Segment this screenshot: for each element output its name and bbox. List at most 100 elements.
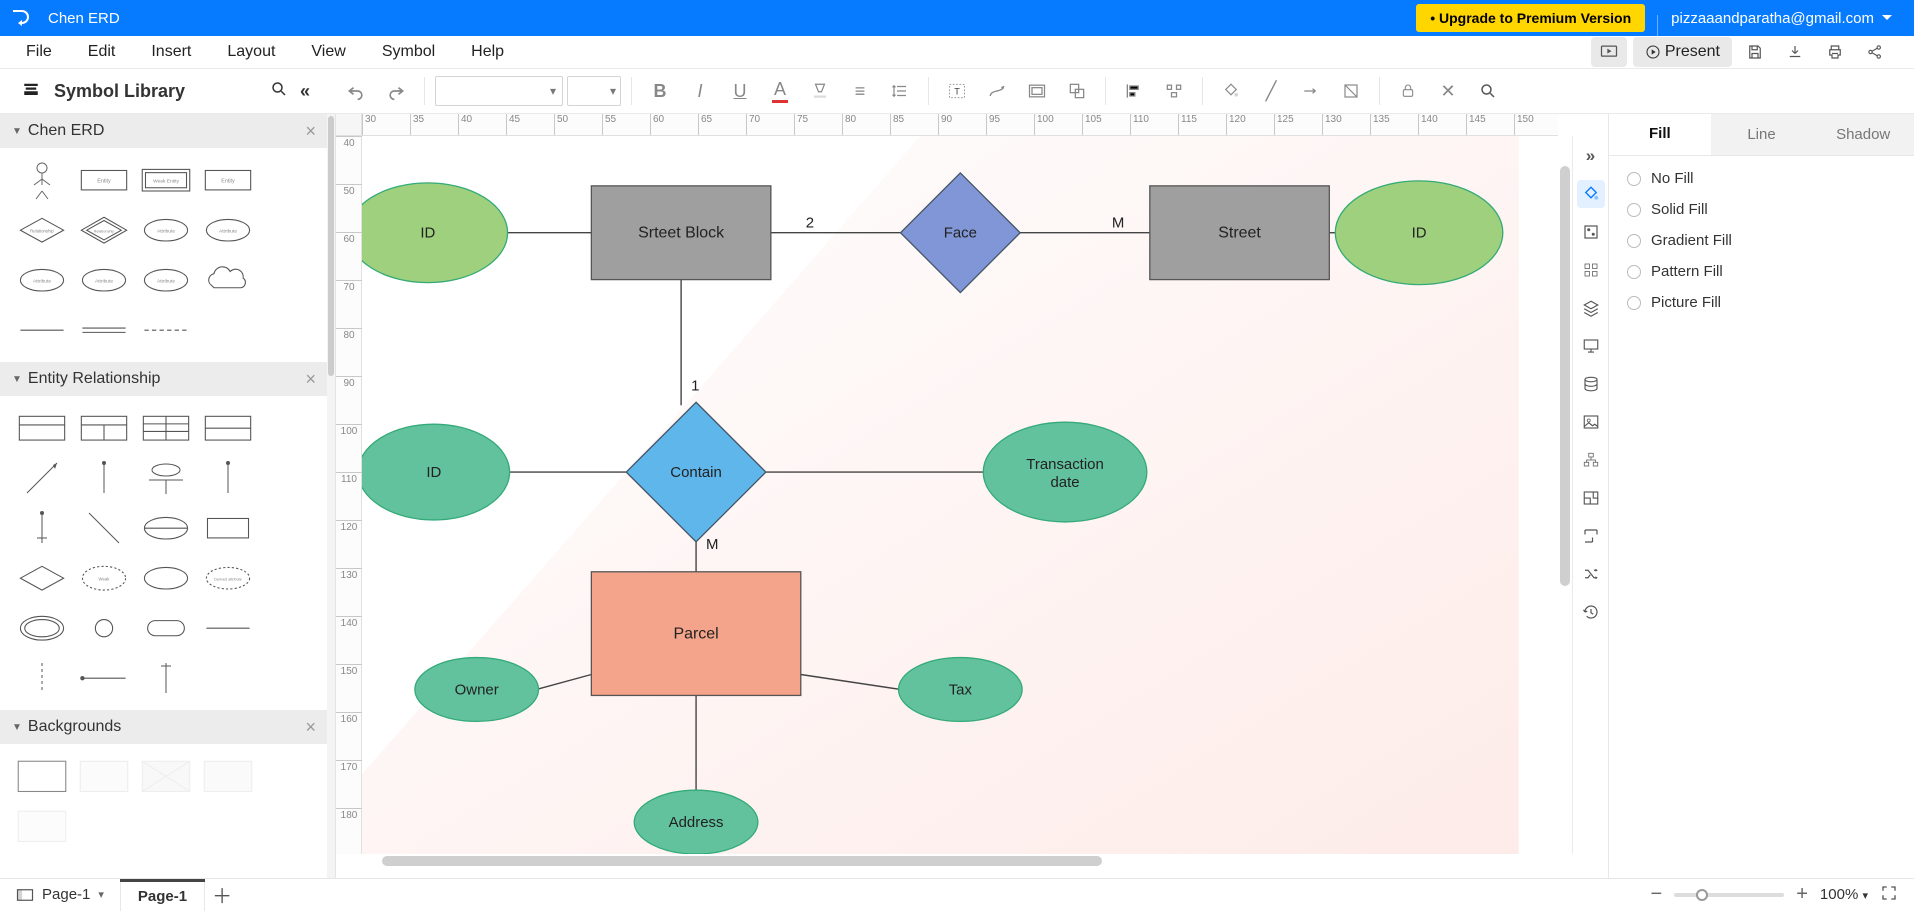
app-logo[interactable]	[0, 0, 42, 36]
redo-button[interactable]	[378, 74, 414, 108]
theme-color-icon[interactable]	[1577, 180, 1605, 208]
arrow-style-button[interactable]	[1293, 74, 1329, 108]
highlight-button[interactable]	[802, 74, 838, 108]
upgrade-button[interactable]: • Upgrade to Premium Version	[1416, 4, 1645, 32]
shape-conn3[interactable]	[200, 456, 256, 500]
tab-line[interactable]: Line	[1711, 114, 1813, 155]
shape-line3[interactable]	[138, 308, 194, 352]
panel-section-er[interactable]: ▼Entity Relationship×	[0, 362, 328, 396]
shape-attribute[interactable]: Attribute	[138, 208, 194, 252]
fill-option-picture[interactable]: Picture Fill	[1627, 294, 1896, 311]
page-tab-1[interactable]: Page-1	[120, 879, 205, 911]
grid-icon[interactable]	[1577, 256, 1605, 284]
menu-file[interactable]: File	[8, 39, 70, 65]
shape-attribute-5[interactable]: Attribute	[138, 258, 194, 302]
tab-fill[interactable]: Fill	[1609, 114, 1711, 155]
align-text-button[interactable]: ≡	[842, 74, 878, 108]
shape-rect[interactable]	[200, 506, 256, 550]
shape-line1[interactable]	[14, 308, 70, 352]
shape-table3[interactable]	[138, 406, 194, 450]
bg-4[interactable]	[200, 754, 256, 798]
tab-shadow[interactable]: Shadow	[1812, 114, 1914, 155]
save-icon[interactable]	[1738, 37, 1772, 67]
library-icon[interactable]	[20, 80, 42, 103]
underline-button[interactable]: U	[722, 74, 758, 108]
page-selector[interactable]: Page-1 ▾	[0, 886, 120, 903]
group-button[interactable]	[1059, 74, 1095, 108]
share-icon[interactable]	[1858, 37, 1892, 67]
lock-button[interactable]	[1390, 74, 1426, 108]
data-icon[interactable]	[1577, 370, 1605, 398]
shape-cloud[interactable]	[200, 258, 256, 302]
shape-ellipse[interactable]	[138, 556, 194, 600]
user-menu[interactable]: pizzaaandparatha@gmail.com	[1671, 10, 1892, 27]
shape-weak-entity[interactable]: Weak Entity	[138, 158, 194, 202]
canvas-scrollbar-h[interactable]	[362, 854, 1558, 868]
connector-button[interactable]	[979, 74, 1015, 108]
image-icon[interactable]	[1577, 408, 1605, 436]
bold-button[interactable]: B	[642, 74, 678, 108]
menu-edit[interactable]: Edit	[70, 39, 134, 65]
download-icon[interactable]	[1778, 37, 1812, 67]
shuffle-icon[interactable]	[1577, 560, 1605, 588]
close-icon[interactable]: ×	[305, 369, 316, 390]
line-style-button[interactable]: ╱	[1253, 74, 1289, 108]
shape-hline[interactable]	[200, 606, 256, 650]
text-box-button[interactable]: T	[939, 74, 975, 108]
fill-option-solid[interactable]: Solid Fill	[1627, 201, 1896, 218]
shape-hline2[interactable]	[76, 656, 132, 700]
shape-conn4[interactable]	[14, 506, 70, 550]
menu-insert[interactable]: Insert	[133, 39, 209, 65]
shape-dashed-ellipse[interactable]: Derived attribute	[200, 556, 256, 600]
search-icon[interactable]	[270, 80, 288, 103]
fill-option-gradient[interactable]: Gradient Fill	[1627, 232, 1896, 249]
add-page-button[interactable]: ＋	[205, 879, 239, 911]
zoom-out-button[interactable]: −	[1651, 883, 1663, 906]
close-icon[interactable]: ×	[305, 717, 316, 738]
floorplan-icon[interactable]	[1577, 484, 1605, 512]
bg-2[interactable]	[76, 754, 132, 798]
line-spacing-button[interactable]	[882, 74, 918, 108]
shape-diamond[interactable]	[14, 556, 70, 600]
panel-scrollbar[interactable]	[328, 116, 334, 376]
menu-help[interactable]: Help	[453, 39, 522, 65]
shape-actor[interactable]	[14, 158, 70, 202]
panel-section-chen-erd[interactable]: ▼Chen ERD×	[0, 114, 328, 148]
shape-vdash[interactable]	[14, 656, 70, 700]
shape-table1[interactable]	[14, 406, 70, 450]
shape-conn5[interactable]	[76, 506, 132, 550]
menu-symbol[interactable]: Symbol	[364, 39, 453, 65]
present-button[interactable]: Present	[1633, 37, 1732, 67]
font-family-select[interactable]: ▾	[435, 76, 563, 106]
zoom-in-button[interactable]: +	[1796, 883, 1808, 906]
shape-relationship[interactable]: Relationship	[14, 208, 70, 252]
eraser-button[interactable]	[1333, 74, 1369, 108]
italic-button[interactable]: I	[682, 74, 718, 108]
canvas-scrollbar-v[interactable]	[1558, 136, 1572, 854]
shape-entity[interactable]: Entity	[76, 158, 132, 202]
zoom-slider[interactable]	[1674, 893, 1784, 897]
shape-circle[interactable]	[76, 606, 132, 650]
diagram-canvas[interactable]: 2M1MSrteet BlockStreetParcelFaceContainI…	[362, 136, 1558, 854]
style-icon[interactable]	[1577, 218, 1605, 246]
undo-button[interactable]	[338, 74, 374, 108]
menu-view[interactable]: View	[293, 39, 363, 65]
fullscreen-icon[interactable]	[1880, 884, 1898, 906]
menu-layout[interactable]: Layout	[209, 39, 293, 65]
shape-conn2[interactable]	[138, 456, 194, 500]
fill-color-button[interactable]	[1213, 74, 1249, 108]
shape-vline[interactable]	[138, 656, 194, 700]
orgchart-icon[interactable]	[1577, 446, 1605, 474]
presentation-icon[interactable]	[1577, 332, 1605, 360]
shape-table4[interactable]	[200, 406, 256, 450]
fill-option-nofill[interactable]: No Fill	[1627, 170, 1896, 187]
zoom-value[interactable]: 100% ▾	[1820, 886, 1868, 903]
fill-option-pattern[interactable]: Pattern Fill	[1627, 263, 1896, 280]
font-color-button[interactable]: A	[762, 74, 798, 108]
bg-5[interactable]	[14, 804, 70, 848]
layers-icon[interactable]	[1577, 294, 1605, 322]
bg-1[interactable]	[14, 754, 70, 798]
history-icon[interactable]	[1577, 598, 1605, 626]
shape-attribute-4[interactable]: Attribute	[76, 258, 132, 302]
shape-weak-relationship[interactable]: Relationship	[76, 208, 132, 252]
